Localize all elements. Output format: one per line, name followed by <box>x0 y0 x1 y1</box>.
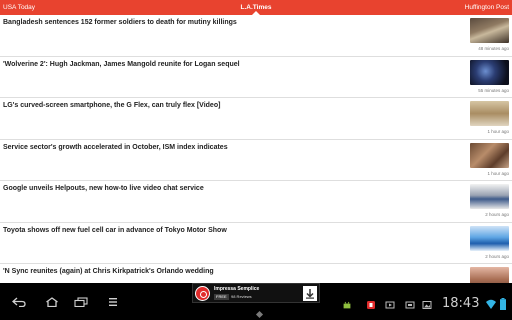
ad-title: Impressa Semplice <box>214 286 260 292</box>
article-headline: LG's curved-screen smartphone, the G Fle… <box>3 102 221 109</box>
article-item[interactable]: Toyota shows off new fuel cell car in ad… <box>0 223 512 264</box>
wifi-icon <box>486 299 496 309</box>
media-notification-icon <box>385 300 395 310</box>
tab-usa-today[interactable]: USA Today <box>3 3 35 12</box>
article-thumbnail <box>470 142 509 168</box>
android-debug-icon <box>342 300 352 310</box>
article-headline: 'Wolverine 2': Hugh Jackman, James Mango… <box>3 60 240 68</box>
recent-apps-button[interactable] <box>74 297 88 307</box>
article-thumbnail <box>470 59 509 85</box>
ad-banner[interactable]: Impressa Semplice FREE 98 Reviews <box>192 283 320 303</box>
back-icon <box>12 297 26 307</box>
article-list[interactable]: Bangladesh sentences 152 former soldiers… <box>0 15 512 283</box>
image-notification-icon <box>422 300 432 310</box>
download-icon <box>306 289 314 299</box>
article-thumbnail <box>470 267 509 283</box>
tab-la-times-label[interactable]: L.A.Times <box>241 4 272 11</box>
article-timestamp: 1 hour ago <box>487 170 509 176</box>
screenshot-notification-icon <box>405 300 415 310</box>
article-timestamp: 48 minutes ago <box>478 46 509 51</box>
article-timestamp: 55 minutes ago <box>478 87 509 93</box>
free-badge: FREE <box>214 294 229 300</box>
article-timestamp: 2 hours ago <box>485 253 509 259</box>
menu-icon <box>109 298 117 306</box>
article-headline: Bangladesh sentences 152 former soldiers… <box>3 19 237 26</box>
article-headline: Google unveils Helpouts, new how-to live… <box>3 185 204 192</box>
article-item[interactable]: 'N Sync reunites (again) at Chris Kirkpa… <box>0 264 512 283</box>
home-nav-button[interactable] <box>45 297 59 307</box>
article-item[interactable]: Bangladesh sentences 152 former soldiers… <box>0 15 512 57</box>
article-thumbnail <box>470 101 509 126</box>
article-headline: Service sector's growth accelerated in O… <box>3 143 228 151</box>
recent-apps-icon <box>74 297 88 307</box>
tab-huffington-post[interactable]: Huffington Post <box>465 3 509 12</box>
app-logo-icon <box>195 286 210 301</box>
article-item[interactable]: Service sector's growth accelerated in O… <box>0 140 512 181</box>
home-icon <box>46 297 58 307</box>
article-thumbnail <box>470 225 509 251</box>
app-notification-icon <box>366 300 376 310</box>
ad-download-button[interactable] <box>303 286 317 301</box>
article-item[interactable]: LG's curved-screen smartphone, the G Fle… <box>0 98 512 140</box>
ad-reviews: 98 Reviews <box>231 294 252 299</box>
article-timestamp: 2 hours ago <box>485 212 509 217</box>
system-bar: Impressa Semplice FREE 98 Reviews 18:43 <box>0 283 512 320</box>
status-clock[interactable]: 18:43 <box>442 296 479 311</box>
article-item[interactable]: 'Wolverine 2': Hugh Jackman, James Mango… <box>0 57 512 98</box>
article-timestamp: 1 hour ago <box>487 129 509 134</box>
news-source-tabbar: USA Today L.A.Times Huffington Post <box>0 0 512 15</box>
article-headline: 'N Sync reunites (again) at Chris Kirkpa… <box>3 268 214 275</box>
article-headline: Toyota shows off new fuel cell car in ad… <box>3 226 227 234</box>
article-item[interactable]: Google unveils Helpouts, new how-to live… <box>0 181 512 223</box>
back-nav-button[interactable] <box>12 297 26 307</box>
battery-icon <box>500 298 506 310</box>
screen-indicator-icon <box>255 310 264 319</box>
menu-button[interactable] <box>106 297 120 307</box>
article-thumbnail <box>470 184 509 209</box>
article-thumbnail <box>470 18 509 43</box>
